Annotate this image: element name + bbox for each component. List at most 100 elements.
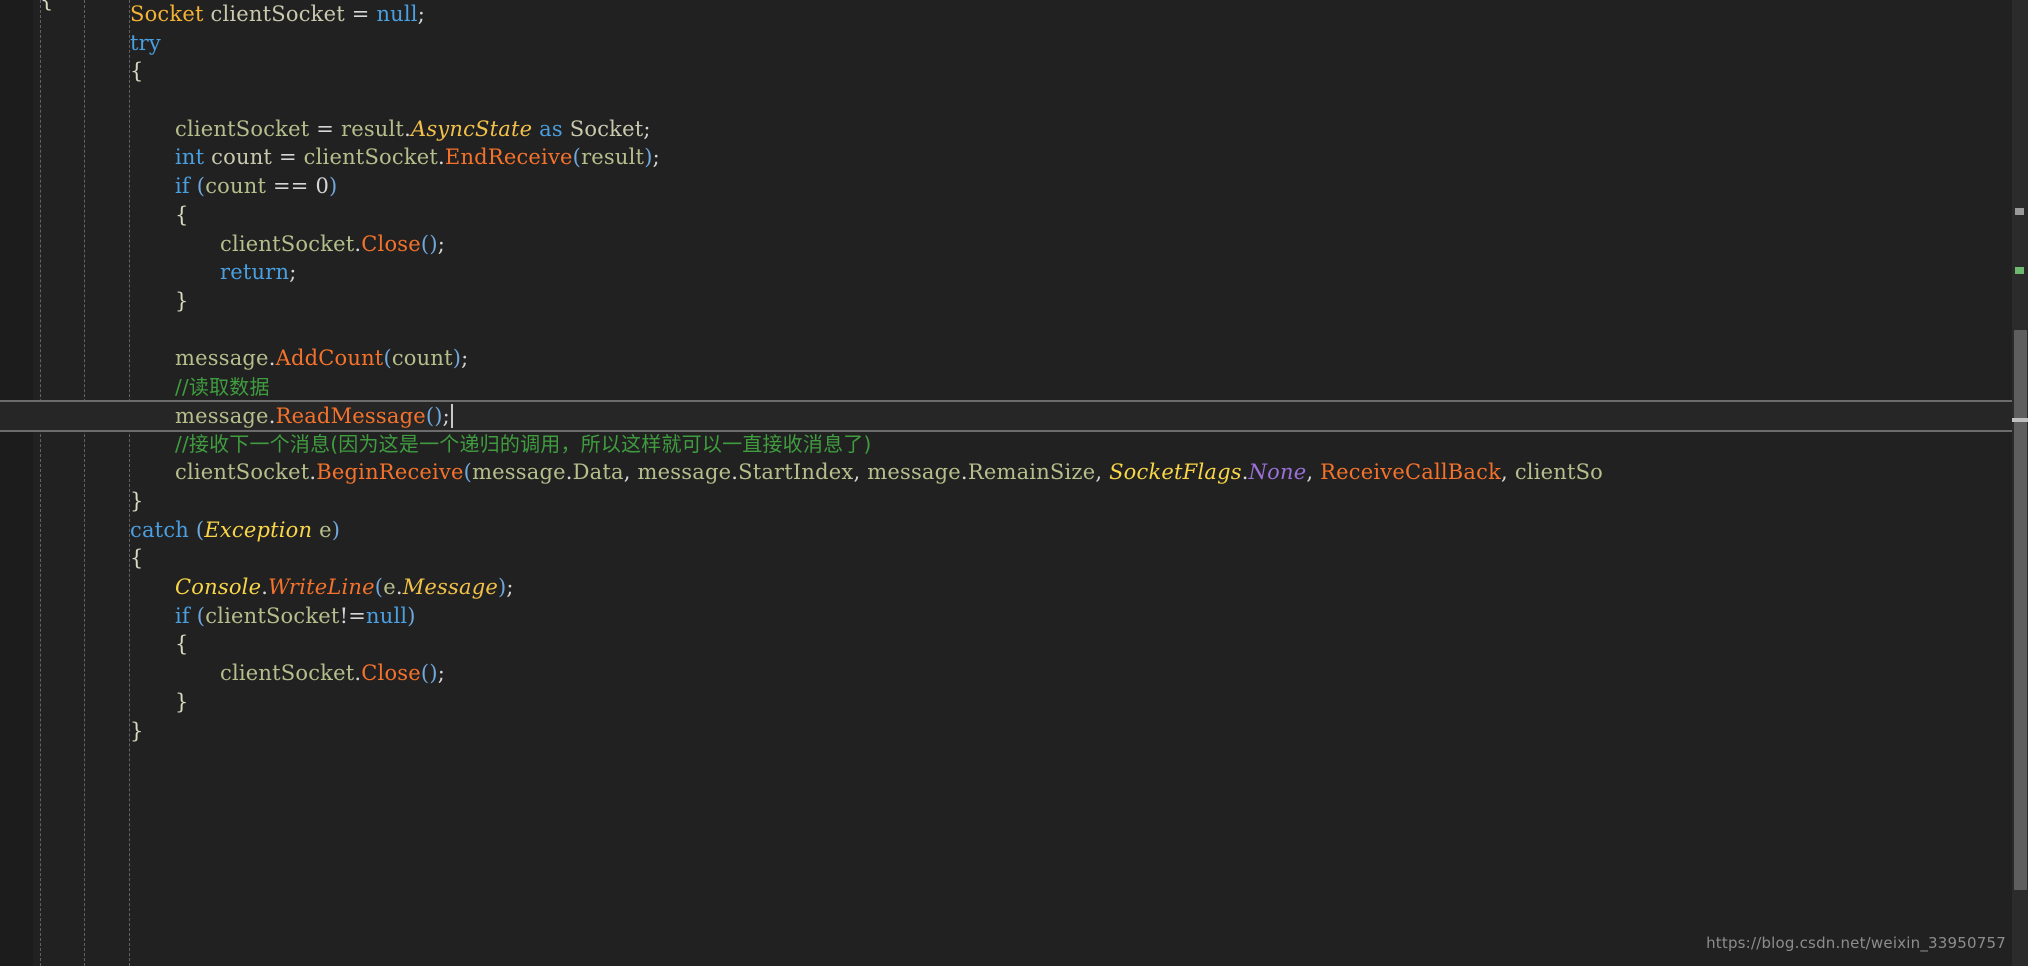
code-content[interactable]: Socket clientSocket = null; try{clientSoc… — [0, 0, 2028, 966]
code-token: count — [391, 346, 453, 371]
code-token: clientSocket — [210, 2, 345, 26]
code-line[interactable]: if (count == 0) — [0, 172, 2028, 201]
code-line[interactable]: Console.WriteLine(e.Message); — [0, 573, 2028, 602]
code-token: int — [175, 145, 205, 170]
code-token: message — [867, 460, 961, 485]
code-token: if — [175, 174, 190, 199]
code-line[interactable]: //接收下一个消息(因为这是一个递归的调用，所以这样就可以一直接收消息了) — [0, 430, 2028, 459]
code-token: clientSocket — [175, 460, 310, 485]
code-token: e — [383, 575, 396, 600]
code-line[interactable]: { — [0, 201, 2028, 230]
code-token: Message — [402, 575, 498, 600]
code-token: count — [211, 145, 273, 170]
code-token: ; — [417, 2, 426, 26]
code-token: //接收下一个消息(因为这是一个递归的调用，所以这样就可以一直接收消息了) — [175, 431, 872, 456]
code-editor-surface[interactable]: { Socket clientSocket = null; try{clientS… — [0, 0, 2028, 966]
code-line[interactable]: return; — [0, 258, 2028, 287]
code-line[interactable]: if (clientSocket!=null) — [0, 602, 2028, 631]
code-token: result — [340, 116, 405, 141]
code-line[interactable]: message.AddCount(count); — [0, 344, 2028, 373]
code-token: } — [175, 288, 189, 313]
code-token: AsyncState — [410, 116, 533, 141]
code-token: ; — [643, 116, 651, 141]
code-token: clientSocket — [220, 231, 355, 256]
code-token: catch — [130, 517, 190, 542]
scrollbar-thumb[interactable] — [2014, 330, 2027, 890]
code-token: e — [319, 517, 332, 542]
code-line[interactable] — [0, 316, 2028, 345]
code-token: as — [539, 116, 563, 141]
code-token: RemainSize — [967, 460, 1096, 485]
code-token: Console — [175, 575, 262, 600]
code-token: } — [175, 689, 189, 714]
code-token: ReadMessage — [275, 403, 426, 428]
code-token: ( — [374, 575, 384, 600]
code-token: ) — [329, 174, 338, 199]
code-token: , — [1095, 460, 1110, 485]
code-token: message — [175, 346, 269, 371]
code-token: BeginReceive — [316, 460, 464, 485]
scrollbar-current-line-marker — [2012, 418, 2028, 422]
code-token: ) — [452, 346, 462, 371]
watermark-url: https://blog.csdn.net/weixin_33950757 — [1706, 934, 2006, 952]
code-token: return — [220, 260, 290, 285]
code-token: if — [175, 603, 190, 628]
code-line[interactable]: try — [0, 29, 2028, 58]
code-token: ) — [407, 603, 416, 628]
vertical-scrollbar[interactable] — [2012, 0, 2028, 966]
code-token: message — [472, 460, 566, 485]
code-token: { — [130, 59, 144, 84]
code-token: ( — [572, 145, 582, 170]
code-line[interactable]: { — [0, 630, 2028, 659]
code-line[interactable]: int count = clientSocket.EndReceive(resu… — [0, 143, 2028, 172]
code-token: , — [623, 460, 638, 485]
code-line[interactable] — [0, 86, 2028, 115]
code-line[interactable]: } — [0, 287, 2028, 316]
code-token: clientSocket — [205, 603, 340, 628]
code-token: StartIndex — [738, 460, 854, 485]
code-line[interactable]: clientSocket = result.AsyncState as Sock… — [0, 115, 2028, 144]
code-line[interactable]: clientSocket.BeginReceive(message.Data, … — [0, 458, 2028, 487]
code-token: = — [316, 116, 335, 141]
code-line[interactable]: { — [0, 57, 2028, 86]
code-token: . — [404, 116, 411, 141]
code-token: clientSocket — [220, 661, 355, 686]
text-caret — [450, 403, 453, 428]
scrollbar-marker-changed — [2015, 267, 2024, 274]
code-line[interactable]: clientSocket.Close(); — [0, 659, 2028, 688]
code-line[interactable]: Socket clientSocket = null; — [0, 0, 2028, 29]
code-token: Socket — [569, 116, 644, 141]
code-token: Close — [361, 231, 421, 256]
code-line[interactable]: { — [0, 544, 2028, 573]
code-token: AddCount — [275, 346, 384, 371]
code-line[interactable]: } — [0, 487, 2028, 516]
code-line[interactable]: //读取数据 — [0, 373, 2028, 402]
code-token: try — [130, 30, 161, 55]
code-token: == — [272, 174, 309, 199]
code-token: ; — [506, 575, 514, 600]
code-token: , — [1306, 460, 1321, 485]
code-line[interactable]: } — [0, 717, 2028, 746]
code-token: != — [339, 603, 366, 628]
code-token: { — [175, 202, 189, 227]
code-token: ) — [429, 231, 438, 256]
code-token: null — [376, 2, 418, 26]
code-line[interactable]: } — [0, 688, 2028, 717]
code-line-current[interactable]: message.ReadMessage(); — [0, 399, 2028, 432]
code-token: Socket — [130, 2, 204, 26]
code-token: ) — [331, 517, 341, 542]
code-token: clientSocket — [175, 116, 310, 141]
code-line[interactable]: clientSocket.Close(); — [0, 230, 2028, 259]
code-token: //读取数据 — [175, 374, 270, 399]
code-line[interactable]: catch (Exception e) — [0, 516, 2028, 545]
code-token: ; — [461, 346, 469, 371]
code-token: . — [565, 460, 573, 485]
code-token: ; — [437, 231, 445, 256]
code-token: clientSo — [1514, 460, 1604, 485]
